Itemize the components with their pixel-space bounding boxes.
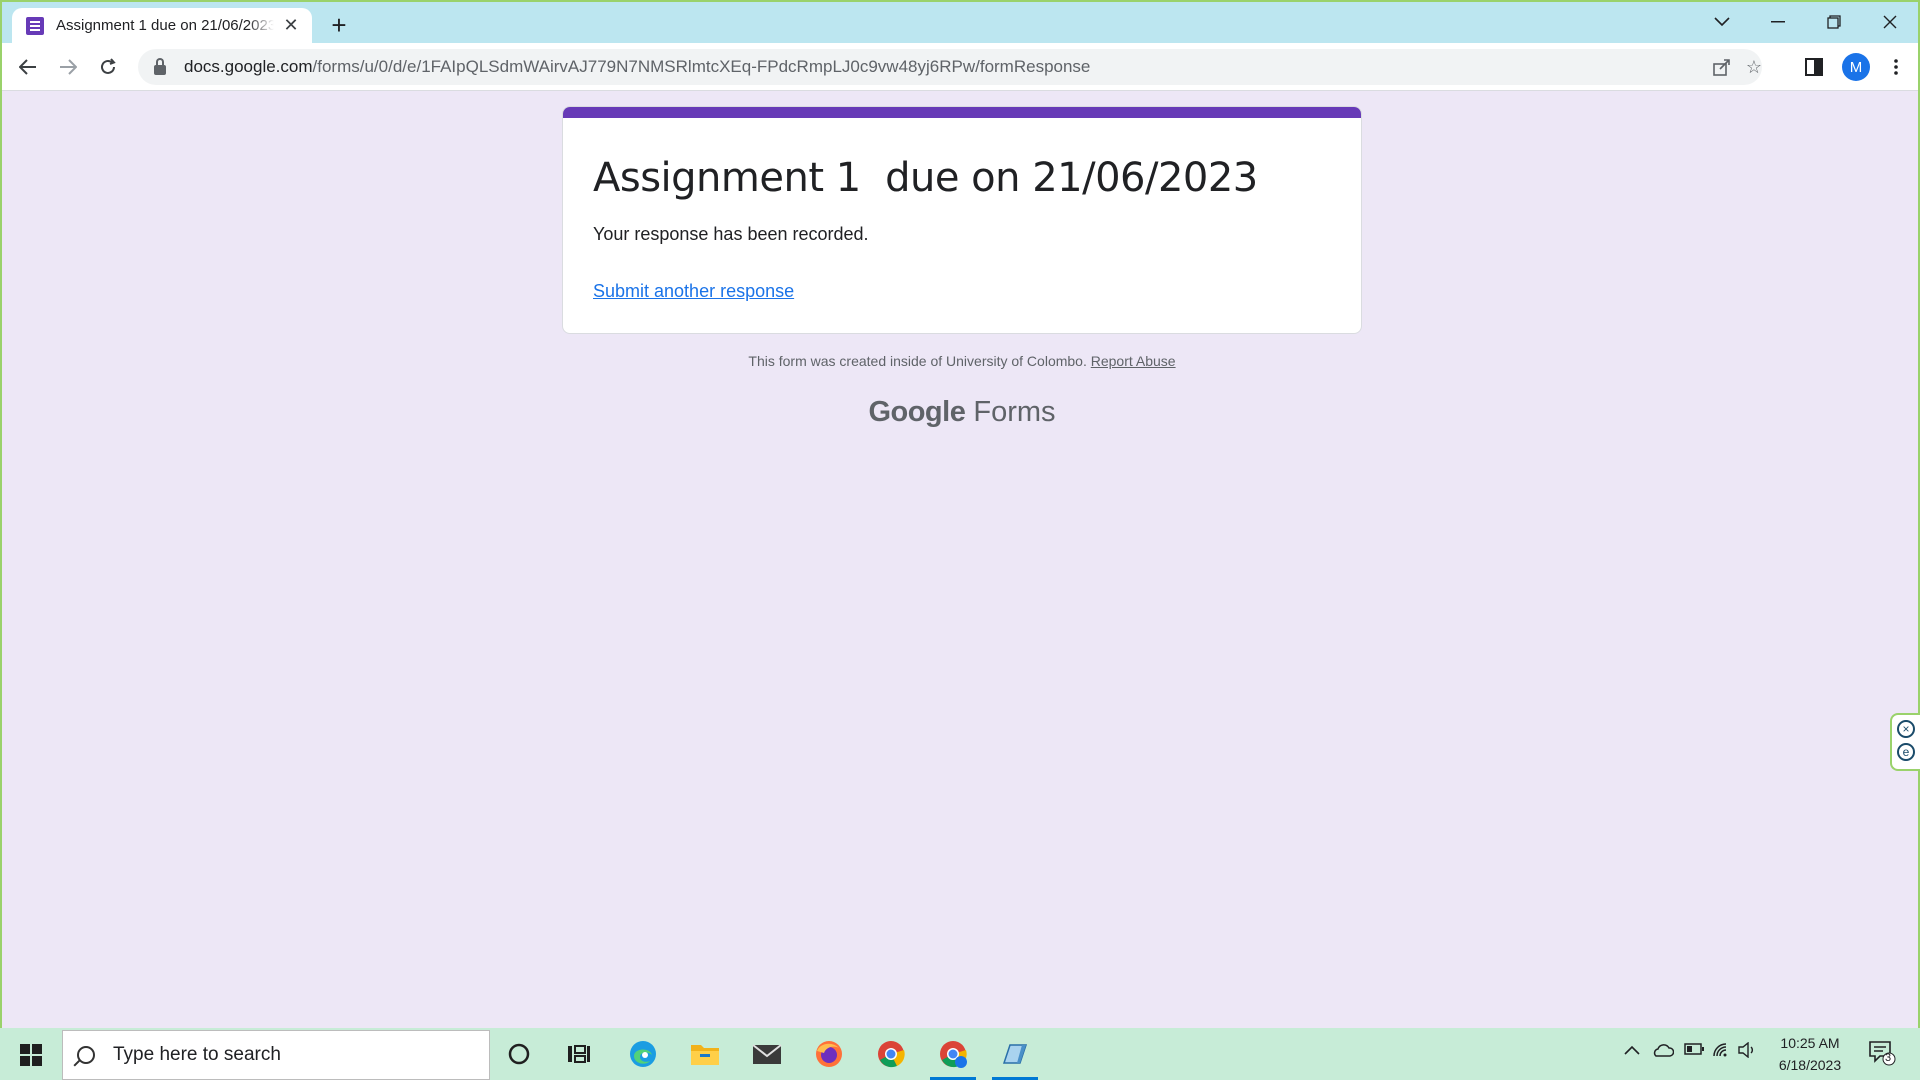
url-text: docs.google.com/forms/u/0/d/e/1FAIpQLSdm… (184, 57, 1091, 76)
notification-count-badge: 3 (1885, 1052, 1892, 1064)
taskbar-search-placeholder: Type here to search (113, 1044, 281, 1065)
notification-center-icon[interactable]: 3 (1868, 1040, 1896, 1066)
card-accent-bar (563, 107, 1361, 118)
extension-e-icon[interactable]: e (1897, 743, 1915, 761)
google-forms-favicon-icon (26, 16, 44, 35)
tab-close-icon[interactable]: ✕ (280, 15, 302, 37)
confirmation-message: Your response has been recorded. (593, 224, 869, 244)
battery-icon[interactable] (1684, 1042, 1704, 1060)
close-window-button[interactable] (1862, 2, 1918, 42)
search-icon (77, 1046, 95, 1064)
browser-toolbar: docs.google.com/forms/u/0/d/e/1FAIpQLSdm… (2, 43, 1918, 91)
volume-icon[interactable] (1738, 1041, 1756, 1063)
taskbar-search-box[interactable]: Type here to search (62, 1030, 490, 1080)
reload-button[interactable] (92, 51, 124, 83)
firefox-icon[interactable] (806, 1034, 852, 1074)
tab-title: Assignment 1 due on 21/06/2023 (56, 17, 274, 34)
minimize-button[interactable] (1750, 2, 1806, 42)
task-view-icon[interactable] (556, 1034, 602, 1074)
forward-button[interactable] (52, 51, 84, 83)
side-panel-icon[interactable] (1800, 53, 1828, 81)
edge-browser-icon[interactable] (620, 1034, 666, 1074)
clock-time: 10:25 AM (1780, 1035, 1840, 1051)
chrome-profile-icon[interactable] (930, 1034, 976, 1080)
google-forms-logo[interactable]: Google Forms (2, 396, 1920, 429)
tab-search-chevron-icon[interactable] (1694, 2, 1750, 42)
share-icon[interactable] (1710, 55, 1734, 79)
new-tab-button[interactable]: + (324, 10, 354, 40)
browser-tab[interactable]: Assignment 1 due on 21/06/2023 ✕ (12, 8, 312, 43)
taskbar: Type here to search 10:25 AM 6/18/2023 3 (0, 1028, 1920, 1080)
footer-org-text: This form was created inside of Universi… (748, 353, 1087, 369)
menu-kebab-icon[interactable] (1882, 53, 1910, 81)
form-title: Assignment 1 due on 21/06/2023 (593, 155, 1258, 201)
submit-another-response-link[interactable]: Submit another response (593, 281, 794, 302)
form-footer-note: This form was created inside of Universi… (2, 353, 1920, 369)
extension-side-widget[interactable]: × e (1890, 713, 1920, 771)
form-confirmation-card: Assignment 1 due on 21/06/2023 Your resp… (562, 106, 1362, 334)
chrome-icon[interactable] (868, 1034, 914, 1074)
cortana-icon[interactable] (496, 1034, 542, 1074)
close-circle-icon[interactable]: × (1897, 720, 1915, 738)
back-button[interactable] (12, 51, 44, 83)
lock-icon (154, 58, 166, 75)
browser-window: Assignment 1 due on 21/06/2023 ✕ + docs.… (0, 0, 1920, 1028)
show-hidden-icons-chevron-icon[interactable] (1624, 1042, 1640, 1060)
wifi-icon[interactable] (1712, 1042, 1732, 1063)
windows-start-icon[interactable] (20, 1044, 42, 1066)
brand-google: Google (868, 396, 966, 428)
profile-avatar[interactable]: M (1842, 53, 1870, 81)
onedrive-icon[interactable] (1652, 1042, 1675, 1063)
file-explorer-icon[interactable] (682, 1034, 728, 1074)
notepad-icon[interactable] (992, 1034, 1038, 1080)
restore-button[interactable] (1806, 2, 1862, 42)
bookmark-star-icon[interactable]: ☆ (1742, 55, 1766, 79)
tab-strip: Assignment 1 due on 21/06/2023 ✕ + (2, 2, 1918, 43)
taskbar-clock[interactable]: 10:25 AM 6/18/2023 (1760, 1032, 1860, 1076)
report-abuse-link[interactable]: Report Abuse (1091, 353, 1176, 369)
brand-forms: Forms (973, 396, 1056, 428)
address-bar[interactable]: docs.google.com/forms/u/0/d/e/1FAIpQLSdm… (138, 49, 1762, 85)
mail-icon[interactable] (744, 1034, 790, 1074)
clock-date: 6/18/2023 (1778, 1057, 1842, 1073)
